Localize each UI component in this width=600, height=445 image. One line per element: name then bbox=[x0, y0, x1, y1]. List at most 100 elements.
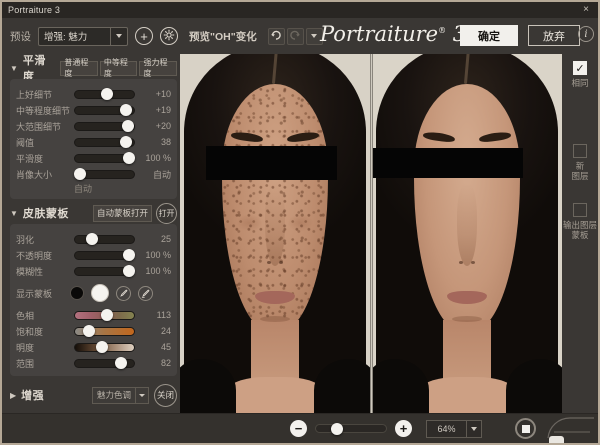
nose bbox=[457, 184, 477, 266]
slider-track[interactable] bbox=[74, 251, 135, 260]
slider-label: 平滑度 bbox=[16, 152, 70, 165]
slider-thumb[interactable] bbox=[101, 88, 113, 100]
zoom-in-button[interactable]: + bbox=[395, 420, 412, 437]
enhance-preset-value: 魅力色调 bbox=[93, 389, 135, 401]
slider-thumb[interactable] bbox=[83, 325, 95, 337]
latitude-slider-track[interactable] bbox=[74, 359, 135, 368]
new-layer-checkbox[interactable] bbox=[573, 144, 587, 158]
zoom-out-button[interactable]: − bbox=[290, 420, 307, 437]
portrait-before[interactable] bbox=[180, 54, 370, 413]
mask-color-black-swatch[interactable] bbox=[70, 286, 84, 300]
censor-bar bbox=[206, 146, 337, 180]
zoom-level-value: 64% bbox=[427, 424, 466, 434]
ok-button[interactable]: 确定 bbox=[460, 25, 518, 46]
zoom-slider-track[interactable] bbox=[315, 424, 387, 433]
slider-value: +20 bbox=[139, 121, 171, 131]
enhance-close-button[interactable]: 关闭 bbox=[154, 384, 177, 407]
chest bbox=[227, 377, 323, 413]
slider-thumb[interactable] bbox=[123, 152, 135, 164]
smoothing-section-header[interactable]: ▼ 平滑度 普通程度 中等程度 强力程度 bbox=[10, 59, 177, 77]
luminance-slider-track[interactable] bbox=[74, 343, 135, 352]
slider-track[interactable] bbox=[74, 106, 135, 115]
bottom-toolbar: − + 64% bbox=[2, 413, 598, 443]
slider-track[interactable] bbox=[74, 90, 135, 99]
chevron-down-icon bbox=[466, 421, 481, 437]
window-title: Portraiture 3 bbox=[8, 5, 60, 15]
enhance-preset-dropdown[interactable]: 魅力色调 bbox=[92, 387, 149, 404]
slider-label: 色相 bbox=[16, 309, 70, 322]
mask-open-button[interactable]: 打开 bbox=[156, 203, 177, 224]
undo-button[interactable] bbox=[268, 28, 285, 45]
zoom-controls: − + 64% bbox=[290, 420, 482, 438]
preset-dropdown[interactable]: 增强: 魅力 bbox=[38, 27, 128, 46]
eyedropper-minus-icon[interactable] bbox=[138, 286, 153, 301]
slider-track[interactable] bbox=[74, 154, 135, 163]
slider-label: 饱和度 bbox=[16, 325, 70, 338]
option-new-layer: 新 图层 bbox=[571, 144, 588, 181]
settings-panel: ▼ 平滑度 普通程度 中等程度 强力程度 上好细节 +10 中等程度细节 +19 bbox=[2, 54, 180, 413]
slider-row-smoothness: 平滑度 100 % bbox=[16, 150, 171, 166]
slider-track[interactable] bbox=[74, 138, 135, 147]
slider-thumb[interactable] bbox=[123, 249, 135, 261]
collapse-triangle-icon[interactable]: ▼ bbox=[10, 64, 18, 73]
resize-grip[interactable] bbox=[549, 436, 564, 443]
collapse-triangle-icon[interactable]: ▶ bbox=[10, 391, 16, 400]
preset-high-button[interactable]: 强力程度 bbox=[139, 61, 177, 76]
chin-shadow bbox=[452, 316, 482, 322]
hue-slider-track[interactable] bbox=[74, 311, 135, 320]
slider-label: 阈值 bbox=[16, 136, 70, 149]
slider-thumb[interactable] bbox=[115, 357, 127, 369]
chest bbox=[419, 377, 515, 413]
slider-row-latitude: 范围 82 bbox=[16, 355, 171, 371]
slider-label: 明度 bbox=[16, 341, 70, 354]
slider-value: 38 bbox=[139, 137, 171, 147]
skin-mask-section-header[interactable]: ▼ 皮肤蒙板 自动蒙板打开 打开 bbox=[10, 204, 177, 222]
slider-value: 45 bbox=[139, 342, 171, 352]
mask-color-white-swatch[interactable] bbox=[91, 284, 109, 302]
saturation-slider-track[interactable] bbox=[74, 327, 135, 336]
cancel-button[interactable]: 放弃 bbox=[528, 25, 580, 46]
preset-normal-button[interactable]: 普通程度 bbox=[60, 61, 98, 76]
settings-button[interactable] bbox=[160, 27, 178, 45]
add-preset-button[interactable]: + bbox=[135, 27, 153, 45]
slider-thumb[interactable] bbox=[120, 104, 132, 116]
slider-thumb[interactable] bbox=[96, 341, 108, 353]
slider-track[interactable] bbox=[74, 170, 135, 179]
main-area: ▼ 平滑度 普通程度 中等程度 强力程度 上好细节 +10 中等程度细节 +19 bbox=[2, 54, 598, 413]
slider-track[interactable] bbox=[74, 122, 135, 131]
plus-icon: + bbox=[400, 422, 408, 435]
slider-thumb[interactable] bbox=[74, 168, 86, 180]
check-icon: ✓ bbox=[575, 62, 584, 75]
slider-row-saturation: 饱和度 24 bbox=[16, 323, 171, 339]
redo-button[interactable] bbox=[287, 28, 304, 45]
zoom-slider-thumb[interactable] bbox=[331, 423, 343, 435]
slider-thumb[interactable] bbox=[86, 233, 98, 245]
eyedropper-icon[interactable] bbox=[116, 286, 131, 301]
stop-button[interactable] bbox=[515, 418, 536, 439]
slider-thumb[interactable] bbox=[120, 136, 132, 148]
slider-row-fine-detail: 上好细节 +10 bbox=[16, 86, 171, 102]
plus-icon: + bbox=[140, 30, 148, 43]
title-bar[interactable]: Portraiture 3 × bbox=[2, 2, 598, 18]
show-mask-label: 显示蒙板 bbox=[16, 287, 70, 300]
slider-thumb[interactable] bbox=[122, 120, 134, 132]
close-icon[interactable]: × bbox=[580, 5, 592, 15]
slider-value: 24 bbox=[139, 326, 171, 336]
slider-track[interactable] bbox=[74, 235, 135, 244]
portrait-after[interactable] bbox=[373, 54, 563, 413]
identical-checkbox[interactable]: ✓ bbox=[573, 61, 587, 75]
slider-track[interactable] bbox=[74, 267, 135, 276]
auto-mask-button[interactable]: 自动蒙板打开 bbox=[93, 205, 152, 222]
zoom-level-dropdown[interactable]: 64% bbox=[426, 420, 482, 438]
app-logo: Portraiture® 3 bbox=[320, 22, 440, 46]
slider-thumb[interactable] bbox=[101, 309, 113, 321]
collapse-triangle-icon[interactable]: ▼ bbox=[10, 209, 18, 218]
new-layer-label: 新 图层 bbox=[571, 161, 588, 181]
slider-row-luminance: 明度 45 bbox=[16, 339, 171, 355]
output-layer-mask-checkbox[interactable] bbox=[573, 203, 587, 217]
preset-medium-button[interactable]: 中等程度 bbox=[100, 61, 138, 76]
slider-thumb[interactable] bbox=[123, 265, 135, 277]
preview-oh-toggle[interactable]: 预览"OH"变化 bbox=[189, 29, 257, 44]
info-button[interactable]: i bbox=[578, 26, 594, 42]
slider-value: 100 % bbox=[139, 250, 171, 260]
